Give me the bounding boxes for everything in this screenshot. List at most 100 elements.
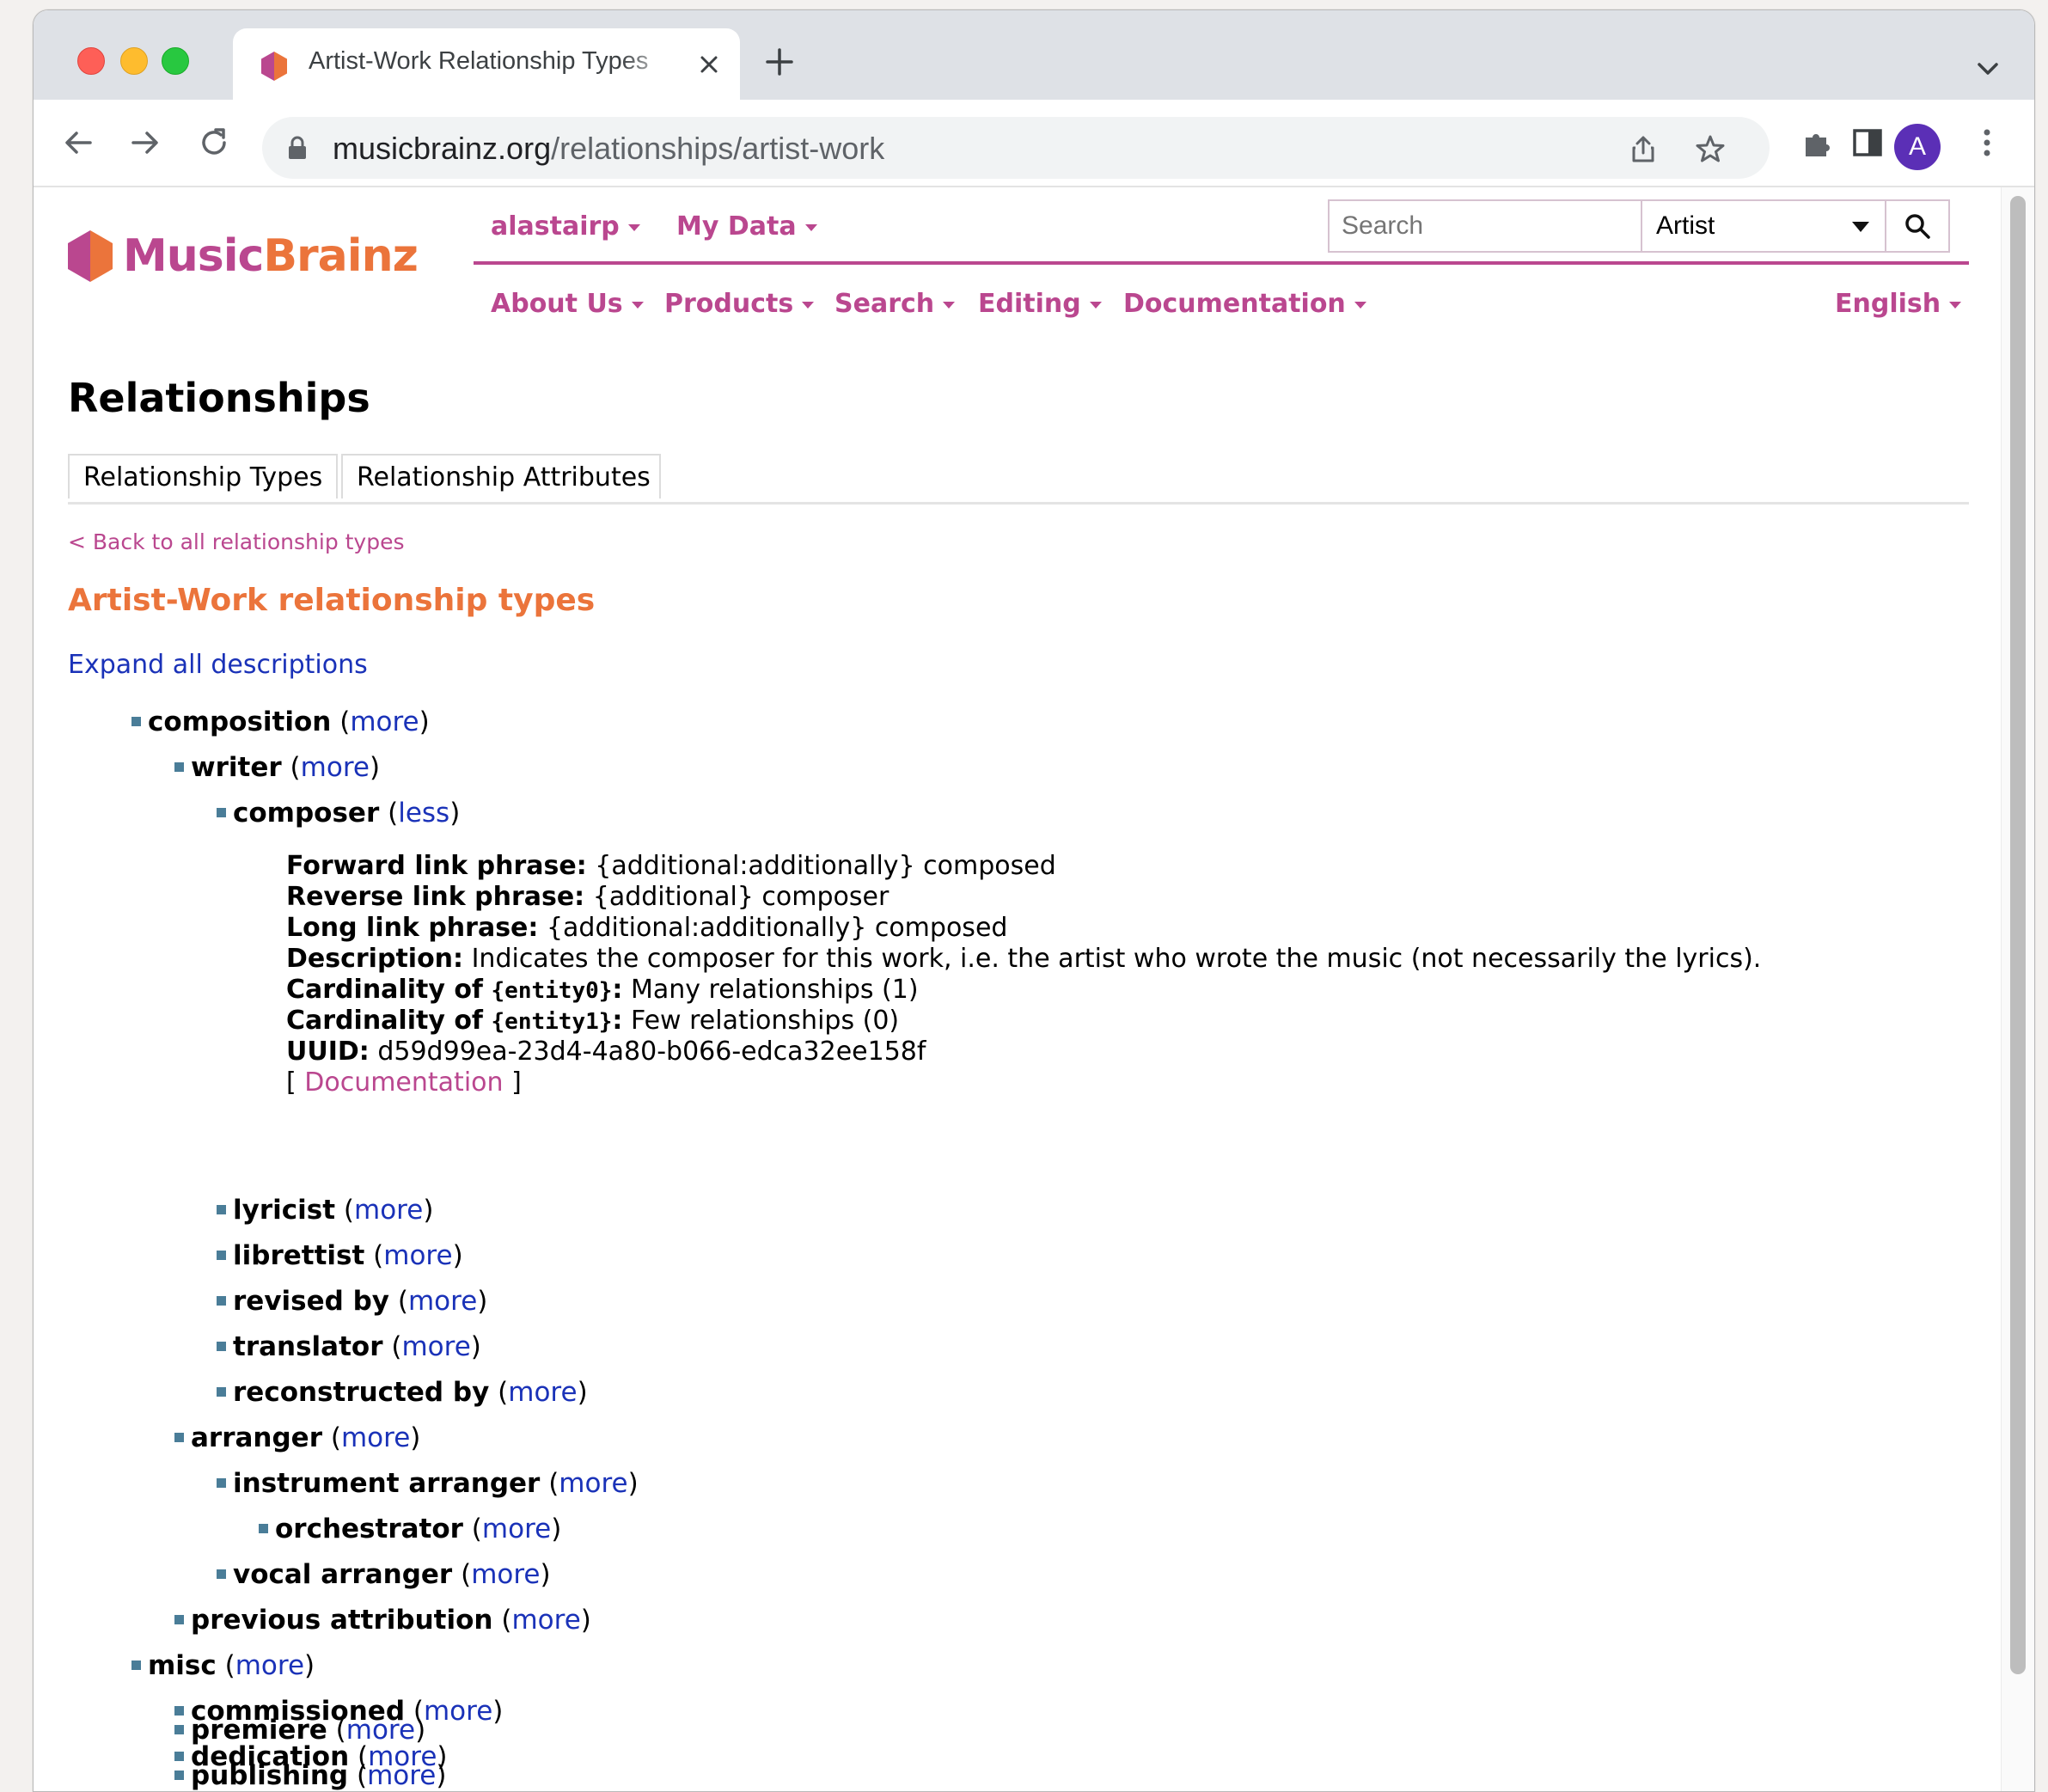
maximize-window-button[interactable]: [162, 47, 189, 75]
back-link[interactable]: < Back to all relationship types: [68, 529, 405, 554]
logo-text: MusicBrainz: [123, 230, 419, 282]
caret-down-icon: [1852, 222, 1869, 232]
tree-item-publishing: publishing (more): [174, 1760, 447, 1791]
documentation-link[interactable]: Documentation: [304, 1067, 503, 1098]
entity-code: {entity1}: [491, 1009, 613, 1035]
minimize-window-button[interactable]: [120, 47, 148, 75]
bullet-icon: [217, 1296, 226, 1306]
user-menu[interactable]: alastairp: [491, 211, 640, 242]
detail-value: {additional:additionally} composed: [595, 851, 1056, 881]
bullet-icon: [217, 1342, 226, 1351]
address-bar[interactable]: musicbrainz.org/relationships/artist-wor…: [262, 117, 1770, 179]
tree-item-name: translator: [233, 1331, 383, 1362]
caret-down-icon: [1949, 301, 1962, 309]
bullet-icon: [174, 1615, 184, 1624]
uuid: UUID: d59d99ea-23d4-4a80-b066-edca32ee15…: [286, 1037, 926, 1067]
detail-value: d59d99ea-23d4-4a80-b066-edca32ee158f: [377, 1037, 926, 1067]
more-link[interactable]: more: [424, 1696, 492, 1727]
more-link[interactable]: more: [482, 1514, 551, 1544]
language-menu[interactable]: English: [1835, 289, 1962, 319]
scrollbar-track[interactable]: [2001, 187, 2034, 1791]
bullet-icon: [217, 1387, 226, 1397]
reload-icon[interactable]: [197, 125, 231, 160]
expand-all-link[interactable]: Expand all descriptions: [68, 650, 368, 680]
extensions-puzzle-icon[interactable]: [1800, 125, 1835, 160]
nav-editing[interactable]: Editing: [978, 289, 1102, 319]
tree-item-name: composition: [148, 706, 332, 737]
more-link[interactable]: more: [354, 1195, 423, 1226]
my-data-label: My Data: [676, 211, 797, 242]
search-type-value: Artist: [1656, 211, 1715, 240]
profile-avatar[interactable]: A: [1894, 124, 1941, 170]
side-panel-icon[interactable]: [1850, 125, 1885, 160]
more-link[interactable]: more: [341, 1422, 410, 1453]
bullet-icon: [217, 808, 226, 817]
more-link[interactable]: more: [401, 1331, 470, 1362]
browser-tab[interactable]: Artist-Work Relationship Types: [233, 28, 740, 100]
cardinality-entity1: Cardinality of {entity1}: Few relationsh…: [286, 1006, 900, 1036]
scrollbar-thumb[interactable]: [2010, 196, 2026, 1674]
bullet-icon: [174, 762, 184, 772]
more-link[interactable]: more: [383, 1240, 452, 1271]
search-form: Artist: [1328, 199, 1950, 253]
tree-item-name: reconstructed by: [233, 1377, 490, 1408]
detail-label: Cardinality of: [286, 1006, 483, 1036]
page-tabs: Relationship Types Relationship Attribut…: [68, 454, 1969, 505]
forward-arrow-icon[interactable]: [128, 125, 162, 160]
bullet-icon: [259, 1524, 268, 1533]
tab-relationship-types[interactable]: Relationship Types: [68, 454, 338, 498]
tree-item-name: arranger: [191, 1422, 322, 1453]
browser-toolbar: musicbrainz.org/relationships/artist-wor…: [34, 100, 2034, 187]
more-link[interactable]: more: [508, 1377, 577, 1408]
back-arrow-icon[interactable]: [61, 125, 95, 160]
logo-brainz: Brainz: [263, 230, 418, 282]
less-link[interactable]: less: [398, 798, 449, 829]
more-link[interactable]: more: [301, 752, 370, 783]
search-button[interactable]: [1885, 201, 1948, 251]
more-link[interactable]: more: [559, 1468, 627, 1499]
nav-search[interactable]: Search: [834, 289, 956, 319]
nav-about-us[interactable]: About Us: [491, 289, 644, 319]
page-content: MusicBrainz alastairp My Data Artist Abo…: [34, 187, 2034, 1791]
my-data-menu[interactable]: My Data: [676, 211, 817, 242]
caret-down-icon: [802, 301, 815, 309]
chevron-down-icon[interactable]: [1974, 58, 2002, 79]
bullet-icon: [131, 717, 141, 726]
bookmark-star-icon[interactable]: [1696, 134, 1725, 163]
caret-down-icon: [804, 223, 817, 231]
close-window-button[interactable]: [77, 47, 105, 75]
section-title: Artist-Work relationship types: [68, 583, 596, 618]
search-input[interactable]: [1330, 201, 1641, 251]
cardinality-entity0: Cardinality of {entity0}: Many relations…: [286, 975, 919, 1005]
more-link[interactable]: more: [367, 1760, 436, 1791]
search-type-select[interactable]: Artist: [1641, 201, 1885, 251]
more-link[interactable]: more: [346, 1715, 415, 1746]
bullet-icon: [217, 1205, 226, 1214]
share-icon[interactable]: [1629, 134, 1658, 163]
close-tab-icon[interactable]: [694, 49, 724, 80]
more-link[interactable]: more: [511, 1605, 580, 1636]
more-link[interactable]: more: [471, 1559, 540, 1590]
more-link[interactable]: more: [235, 1650, 304, 1681]
detail-label: Description:: [286, 944, 464, 974]
tree-item-name: lyricist: [233, 1195, 336, 1226]
page-title: Relationships: [68, 375, 370, 421]
browser-window: Artist-Work Relationship Types musicbrai…: [33, 9, 2035, 1792]
tree-item-revised-by: revised by (more): [217, 1286, 487, 1317]
more-link[interactable]: more: [408, 1286, 477, 1317]
entity-code: {entity0}: [491, 978, 613, 1004]
forward-link-phrase: Forward link phrase: {additional:additio…: [286, 851, 1056, 881]
tree-item-orchestrator: orchestrator (more): [259, 1514, 561, 1544]
more-link[interactable]: more: [350, 706, 419, 737]
tree-item-name: revised by: [233, 1286, 390, 1317]
reverse-link-phrase: Reverse link phrase: {additional} compos…: [286, 882, 889, 912]
new-tab-icon[interactable]: [762, 45, 797, 79]
nav-products[interactable]: Products: [664, 289, 815, 319]
caret-down-icon: [1089, 301, 1102, 309]
bullet-icon: [174, 1771, 184, 1780]
kebab-menu-icon[interactable]: [1970, 125, 2004, 160]
tab-relationship-attributes[interactable]: Relationship Attributes: [341, 454, 661, 498]
nav-documentation[interactable]: Documentation: [1123, 289, 1366, 319]
search-icon: [1905, 214, 1930, 239]
url-path: /relationships/artist-work: [551, 131, 885, 166]
